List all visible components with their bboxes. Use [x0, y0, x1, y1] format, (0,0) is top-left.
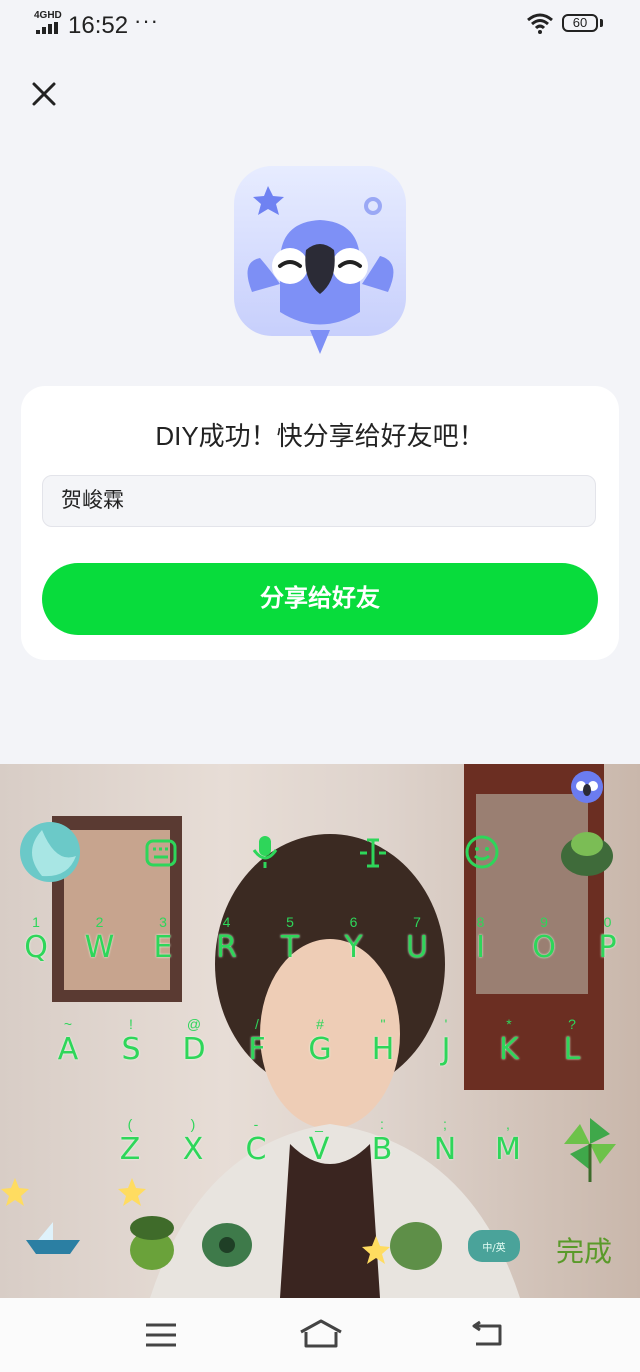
signal-icon: [36, 22, 60, 34]
key-p[interactable]: P: [588, 930, 628, 965]
star-icon: [118, 1178, 146, 1206]
back-icon[interactable]: [470, 1320, 504, 1348]
share-card: DIY成功！快分享给好友吧！ 贺峻霖 分享给好友: [21, 386, 619, 660]
key-secondary-label: 6: [349, 914, 358, 930]
key-k[interactable]: K: [489, 1032, 529, 1067]
key-secondary-label: ): [190, 1116, 196, 1132]
key-f[interactable]: F: [237, 1032, 277, 1067]
key-secondary-label: ;: [443, 1116, 447, 1132]
logo-icon[interactable]: [12, 820, 88, 884]
navigation-bar: [0, 1298, 640, 1372]
key-secondary-label: !: [129, 1016, 133, 1032]
battery-icon: 60: [562, 14, 598, 32]
key-secondary-label: 5: [286, 914, 294, 930]
key-secondary-label: /: [255, 1016, 259, 1032]
key-d[interactable]: D: [174, 1032, 214, 1067]
key-secondary-label: ,: [506, 1116, 510, 1132]
menu-icon[interactable]: [144, 1322, 178, 1348]
key-secondary-label: 3: [159, 914, 167, 930]
key-secondary-label: 7: [413, 914, 421, 930]
done-key[interactable]: 完成: [556, 1230, 612, 1270]
language-key-label: 中/英: [482, 1241, 505, 1254]
key-l[interactable]: L: [552, 1032, 592, 1067]
key-x[interactable]: X: [173, 1132, 213, 1167]
symbol-key-icon[interactable]: [388, 1218, 444, 1274]
key-secondary-label: :: [380, 1116, 384, 1132]
status-bar: 4GHD 16:52 ··· 60: [0, 0, 640, 52]
key-i[interactable]: I: [461, 930, 501, 965]
key-secondary-label: 0: [603, 914, 612, 930]
mascot-avatar-icon[interactable]: [570, 770, 604, 804]
key-secondary-label: ?: [568, 1016, 576, 1032]
home-icon[interactable]: [298, 1318, 344, 1350]
boat-icon[interactable]: [22, 1218, 84, 1258]
battery-tip: [600, 19, 603, 27]
key-secondary-label: ~: [63, 1016, 73, 1032]
key-j[interactable]: J: [426, 1032, 466, 1067]
network-type: 4GHD: [34, 10, 62, 21]
key-secondary-label: -: [253, 1116, 259, 1132]
star-icon: [362, 1236, 390, 1264]
mic-icon[interactable]: [250, 834, 280, 870]
key-a[interactable]: A: [48, 1032, 88, 1067]
keyboard: Q1W2E3R4T5Y6U7I8O9P0 A ~ S! D @ F / G # H " J ' K * L? …: [0, 764, 640, 1298]
key-secondary-label: 9: [540, 914, 548, 930]
key-t[interactable]: T: [270, 930, 310, 965]
key-u[interactable]: U: [397, 930, 437, 965]
key-g[interactable]: G: [300, 1032, 340, 1067]
name-field[interactable]: 贺峻霖: [42, 475, 596, 527]
key-b[interactable]: B: [362, 1132, 402, 1167]
star-icon: [1, 1178, 29, 1206]
close-icon[interactable]: [26, 76, 62, 112]
key-secondary-label: 2: [95, 914, 104, 930]
more-indicator: ···: [134, 8, 159, 33]
space-key-icon[interactable]: [200, 1220, 254, 1270]
key-secondary-label: ': [444, 1016, 448, 1032]
language-key-icon[interactable]: 中/英: [466, 1228, 522, 1264]
key-n[interactable]: N: [425, 1132, 465, 1167]
key-secondary-label: (: [127, 1116, 133, 1132]
key-secondary-label: 4: [222, 914, 231, 930]
theme-icon[interactable]: [554, 818, 620, 884]
key-c[interactable]: C: [236, 1132, 276, 1167]
key-secondary-label: _: [315, 1116, 323, 1132]
space-acorn-icon[interactable]: [124, 1210, 180, 1272]
key-z[interactable]: Z: [110, 1132, 150, 1167]
wifi-icon: [527, 13, 553, 34]
key-y[interactable]: Y: [334, 930, 374, 965]
pinwheel-icon: [564, 1118, 616, 1182]
bird-mascot-icon: [234, 166, 406, 354]
key-secondary-label: *: [506, 1016, 512, 1032]
key-v[interactable]: V: [299, 1132, 339, 1167]
key-q[interactable]: Q: [16, 930, 56, 965]
key-secondary-label: @: [186, 1016, 202, 1032]
key-w[interactable]: W: [80, 930, 120, 965]
keyboard-icon[interactable]: [144, 836, 178, 870]
key-secondary-label: 1: [32, 914, 40, 930]
key-h[interactable]: H: [363, 1032, 403, 1067]
success-title: DIY成功！快分享给好友吧！: [155, 421, 485, 451]
key-secondary-label: #: [316, 1016, 324, 1032]
key-o[interactable]: O: [524, 930, 564, 965]
key-s[interactable]: S: [111, 1032, 151, 1067]
emoji-icon[interactable]: [464, 834, 500, 870]
key-r[interactable]: R: [207, 930, 247, 965]
key-secondary-label: 8: [476, 914, 485, 930]
key-e[interactable]: E: [143, 930, 183, 965]
key-secondary-label: ": [380, 1016, 386, 1032]
status-time: 16:52: [68, 12, 129, 39]
key-m[interactable]: M: [488, 1132, 528, 1167]
share-to-friend-button[interactable]: 分享给好友: [42, 563, 598, 635]
cursor-icon[interactable]: [356, 836, 390, 870]
